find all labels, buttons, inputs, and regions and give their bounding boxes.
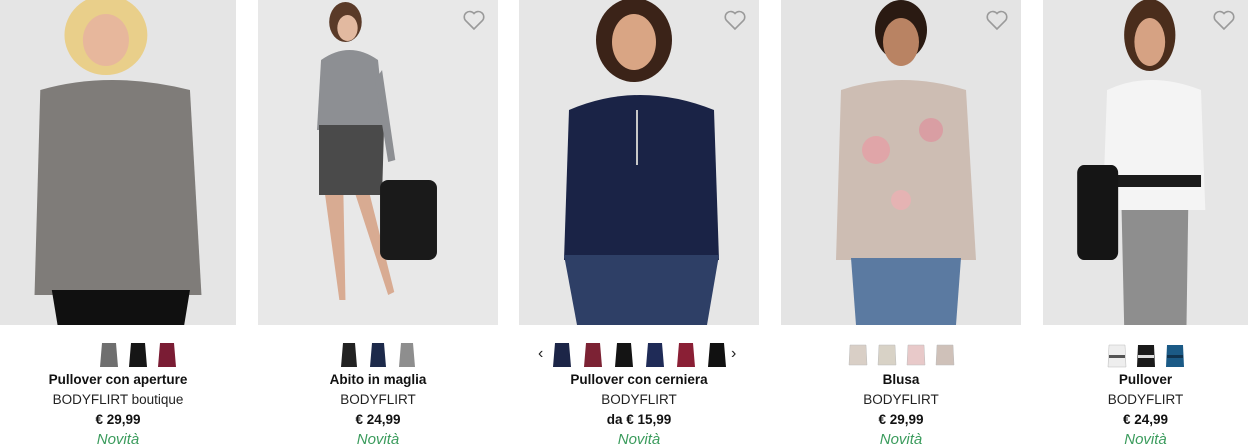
color-swatches [781, 341, 1021, 369]
color-swatches [20, 341, 256, 369]
product-price: da € 15,99 [606, 412, 672, 427]
product-brand: BODYFLIRT [1107, 392, 1184, 407]
color-swatch[interactable] [877, 341, 897, 369]
product-name[interactable]: Pullover con aperture [0, 372, 236, 387]
product-card[interactable]: Blusa BODYFLIRT € 29,99 Novità [781, 0, 1021, 448]
new-badge: Novità [356, 431, 400, 448]
color-swatch[interactable] [1107, 341, 1127, 369]
color-swatches [519, 341, 759, 369]
new-badge: Novità [1124, 431, 1167, 448]
favorite-heart-icon[interactable] [723, 9, 747, 31]
new-badge: Novità [96, 431, 140, 448]
color-swatches [258, 341, 498, 369]
product-price: € 24,99 [355, 412, 401, 427]
color-swatch[interactable] [339, 341, 359, 369]
new-badge: Novità [879, 431, 923, 448]
product-name[interactable]: Abito in maglia [258, 372, 498, 387]
color-swatch[interactable] [128, 341, 148, 369]
product-image[interactable] [781, 0, 1021, 325]
color-swatch[interactable] [614, 341, 634, 369]
product-card[interactable]: ‹ › Pullover con cerniera BODYFLIRT da €… [519, 0, 759, 448]
favorite-heart-icon[interactable] [462, 9, 486, 31]
color-swatch[interactable] [368, 341, 388, 369]
favorite-heart-icon[interactable] [985, 9, 1009, 31]
product-brand: BODYFLIRT boutique [52, 392, 184, 407]
new-badge: Novità [617, 431, 661, 448]
product-card[interactable]: Abito in maglia BODYFLIRT € 24,99 Novità [258, 0, 498, 448]
product-price: € 29,99 [95, 412, 141, 427]
color-swatch[interactable] [1136, 341, 1156, 369]
product-card[interactable]: Pullover con aperture BODYFLIRT boutique… [0, 0, 236, 448]
color-swatches [1043, 341, 1248, 369]
product-price: € 29,99 [878, 412, 924, 427]
color-swatch[interactable] [583, 341, 603, 369]
color-swatch[interactable] [157, 341, 177, 369]
product-card[interactable]: Pullover BODYFLIRT € 24,99 Novità [1043, 0, 1248, 448]
color-swatch[interactable] [645, 341, 665, 369]
color-swatch[interactable] [1165, 341, 1185, 369]
chevron-right-icon[interactable]: › [731, 344, 736, 364]
color-swatch[interactable] [397, 341, 417, 369]
color-swatch[interactable] [707, 341, 727, 369]
product-image[interactable] [519, 0, 759, 325]
product-brand: BODYFLIRT [340, 392, 416, 407]
product-name[interactable]: Pullover [1043, 372, 1248, 387]
color-swatch[interactable] [935, 341, 955, 369]
color-swatch[interactable] [552, 341, 572, 369]
product-name[interactable]: Pullover con cerniera [519, 372, 759, 387]
product-brand: BODYFLIRT [863, 392, 939, 407]
color-swatch[interactable] [99, 341, 119, 369]
product-image[interactable] [258, 0, 498, 325]
color-swatch[interactable] [906, 341, 926, 369]
color-swatch[interactable] [848, 341, 868, 369]
product-image[interactable] [1043, 0, 1248, 325]
product-name[interactable]: Blusa [781, 372, 1021, 387]
product-price: € 24,99 [1122, 412, 1169, 427]
color-swatch[interactable] [676, 341, 696, 369]
product-image[interactable] [0, 0, 236, 325]
product-brand: BODYFLIRT [601, 392, 677, 407]
favorite-heart-icon[interactable] [1212, 9, 1236, 31]
